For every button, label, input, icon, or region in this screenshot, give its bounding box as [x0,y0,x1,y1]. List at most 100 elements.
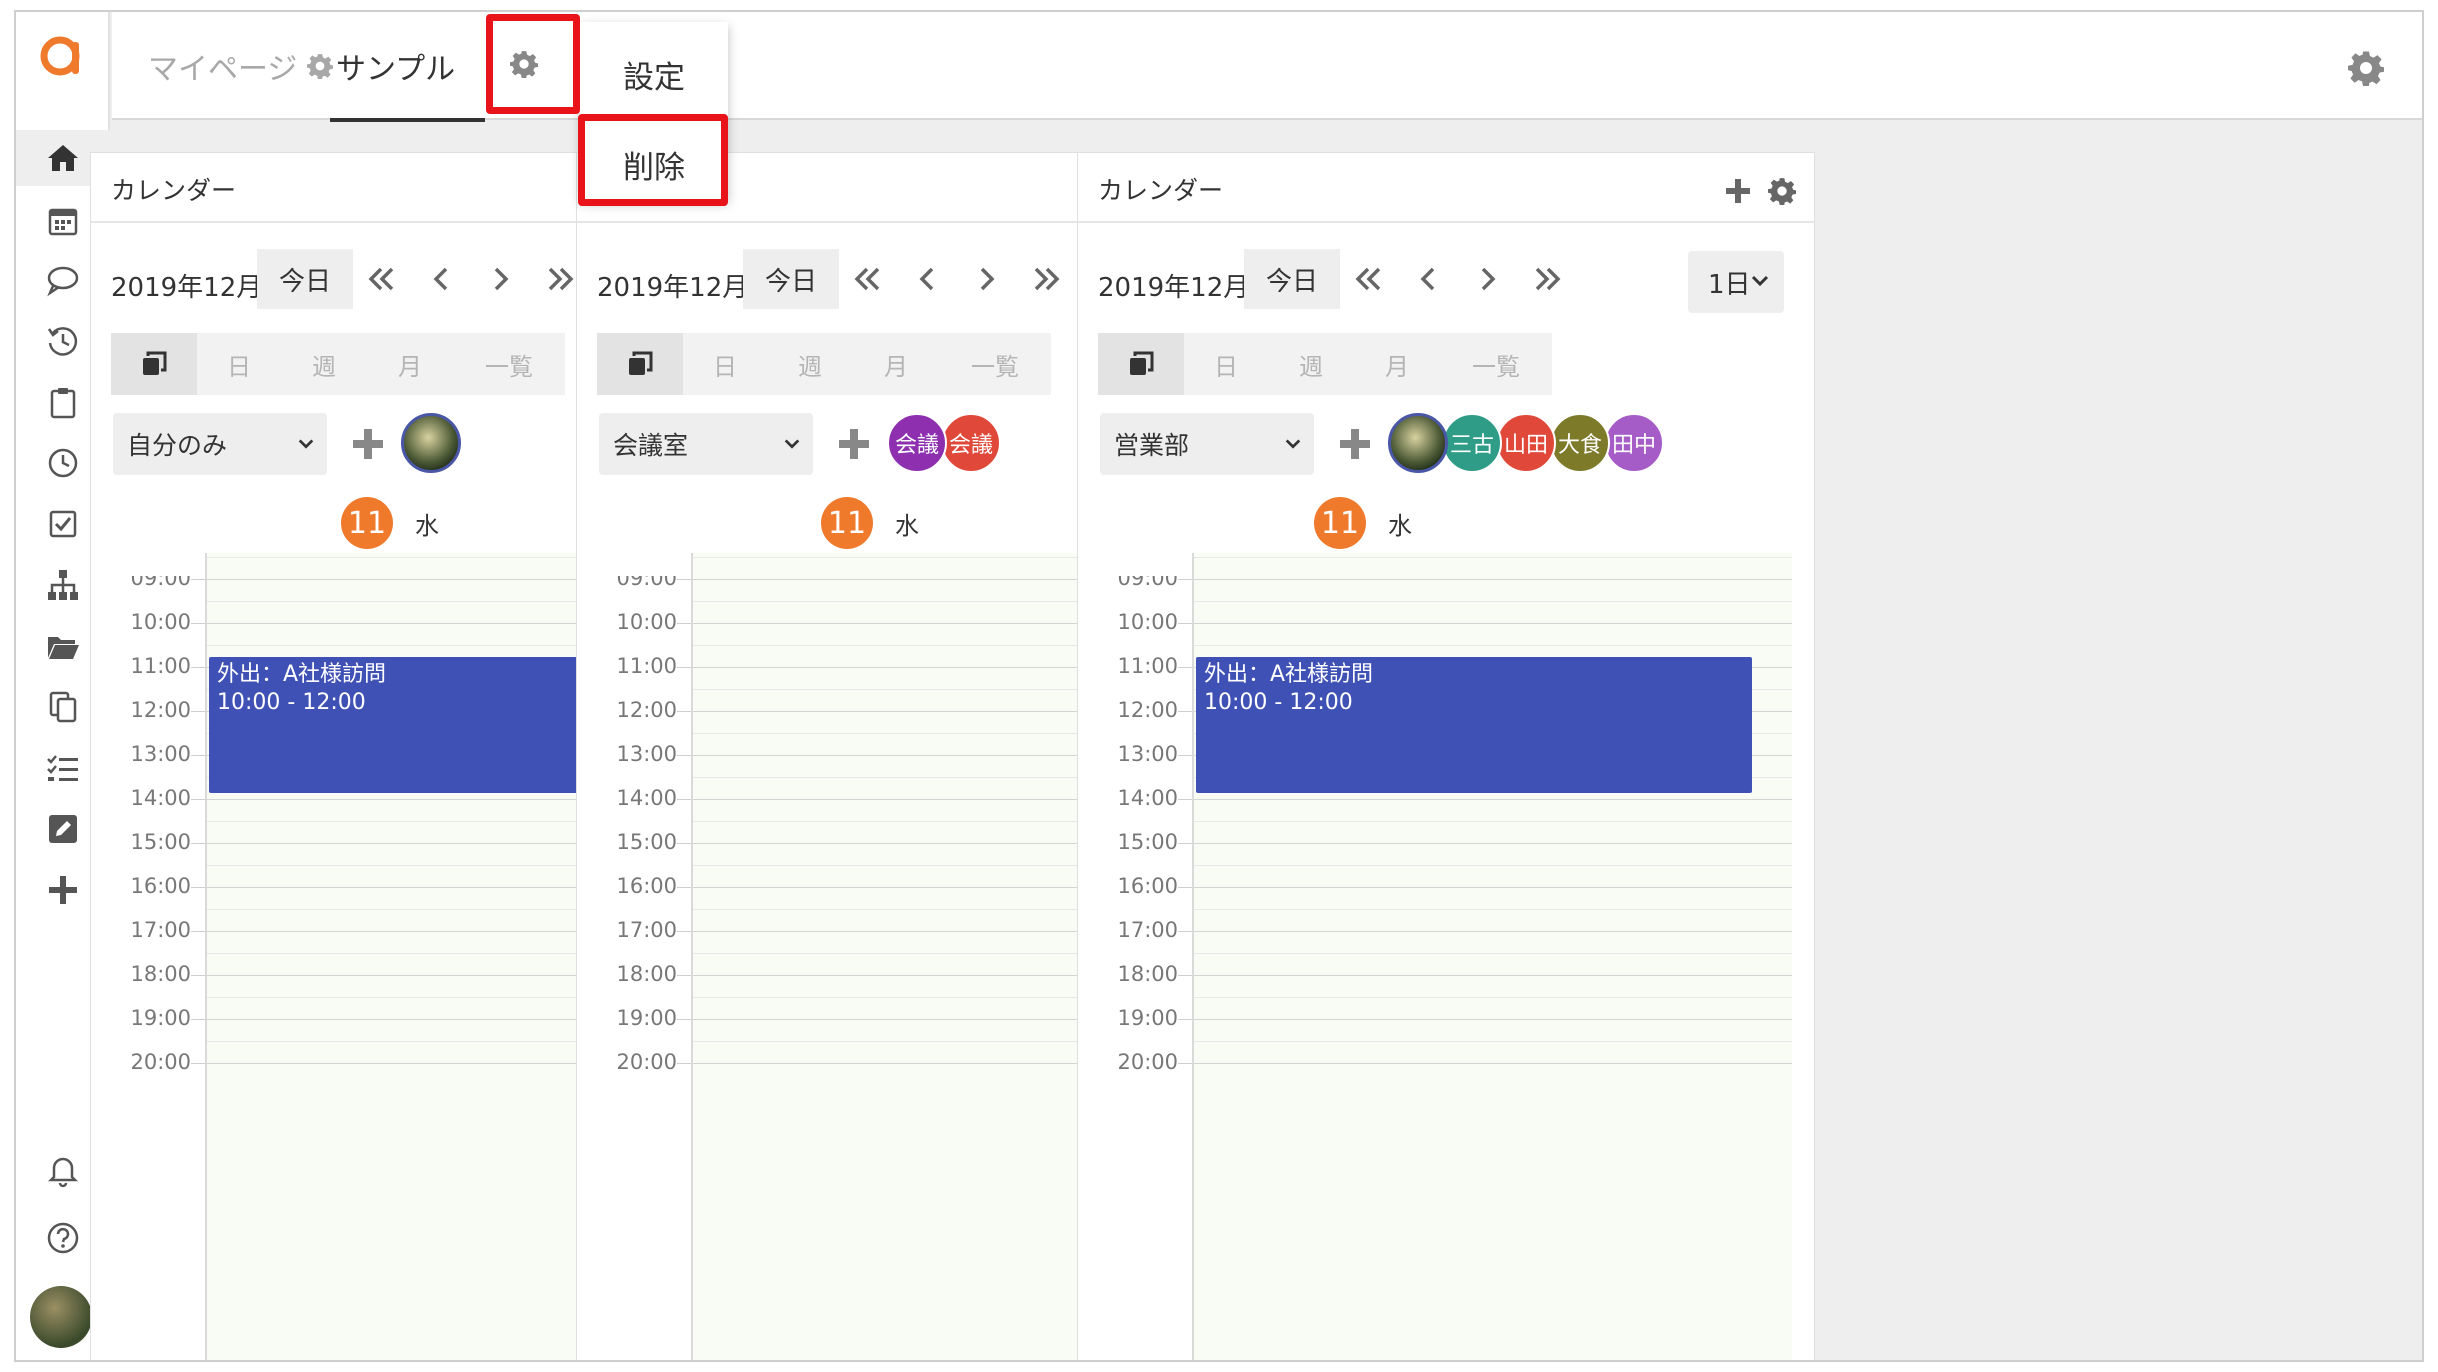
tab-sample-label: サンプル [336,52,456,87]
checklist-icon [47,755,78,781]
time-label: 09:00 [616,566,677,590]
time-tick [1178,843,1192,844]
highlight-box-gear [486,14,580,114]
time-tick [191,711,205,712]
tab-sample[interactable]: サンプル [329,12,486,122]
double-chevron-left-icon[interactable] [361,259,401,299]
date-number[interactable]: 11 [1314,497,1366,549]
time-label: 11:00 [616,654,677,678]
add-member-icon[interactable] [1338,427,1372,461]
add-member-icon[interactable] [837,427,871,461]
view-tab-week[interactable]: 週 [281,333,367,395]
half-hour-line [1194,909,1792,910]
checkbox-icon [49,510,77,538]
chat-icon [47,266,79,297]
double-chevron-right-icon[interactable] [541,259,581,299]
user-avatar[interactable] [30,1286,92,1348]
settings-gear-icon[interactable] [2348,50,2384,86]
view-tab-list[interactable]: 一覧 [1440,333,1552,395]
member-avatar[interactable]: 三古 [1442,413,1502,473]
time-label: 11:00 [130,654,191,678]
add-icon[interactable] [1724,177,1752,205]
menu-item-settings[interactable]: 設定 [580,52,728,97]
date-number[interactable]: 11 [821,497,873,549]
view-tabs: 日 週 月 一覧 [111,333,565,395]
weekday-label: 水 [415,511,439,540]
tab-mypage[interactable]: マイページ [148,12,334,120]
member-avatar[interactable] [1388,413,1448,473]
half-hour-line [1194,557,1792,558]
view-tab-day[interactable]: 日 [197,333,281,395]
gear-icon[interactable] [1768,177,1796,205]
time-tick [1178,1063,1192,1064]
today-button[interactable]: 今日 [1244,249,1340,309]
calendar-panel-3: カレンダー 2019年12月 今日 1日 日 週 月 一覧 営業部 三古山田 [1077,152,1815,1360]
month-label: 2019年12月 [1098,273,1250,303]
time-tick [191,667,205,668]
time-tick [677,975,691,976]
hour-line [1194,887,1792,888]
time-tick [1178,667,1192,668]
view-tab-month[interactable]: 月 [853,333,939,395]
time-tick [1178,931,1192,932]
stacked-pages-icon [1130,351,1154,375]
chevron-right-icon[interactable] [967,259,1007,299]
member-avatar[interactable]: 大食 [1550,413,1610,473]
time-label: 09:00 [1117,566,1178,590]
chevron-right-icon[interactable] [481,259,521,299]
group-select[interactable]: 会議室 [599,413,813,475]
time-tick [677,931,691,932]
topbar: マイページ サンプル [112,12,2422,122]
view-tab-month[interactable]: 月 [1354,333,1440,395]
member-avatar[interactable] [401,413,461,473]
calendar-icon [48,208,78,236]
chevron-right-icon[interactable] [1468,259,1508,299]
time-label: 12:00 [1117,698,1178,722]
view-tab-stacked[interactable] [111,333,197,395]
half-hour-line [1194,601,1792,602]
view-tab-month[interactable]: 月 [367,333,453,395]
add-member-icon[interactable] [351,427,385,461]
view-tab-stacked[interactable] [597,333,683,395]
member-avatar[interactable]: 会議 [887,413,947,473]
double-chevron-left-icon[interactable] [847,259,887,299]
time-label: 18:00 [1117,962,1178,986]
time-label: 18:00 [130,962,191,986]
member-avatars: 三古 山田 大食 田中 [1388,413,1664,475]
today-button[interactable]: 今日 [743,249,839,309]
view-tab-day[interactable]: 日 [683,333,767,395]
time-label: 16:00 [616,874,677,898]
half-hour-line [1194,865,1792,866]
date-number[interactable]: 11 [341,497,393,549]
member-avatar[interactable]: 山田 [1496,413,1556,473]
day-range-select[interactable]: 1日 [1688,251,1784,313]
time-tick [191,843,205,844]
chevron-left-icon[interactable] [907,259,947,299]
view-tab-day[interactable]: 日 [1184,333,1268,395]
double-chevron-right-icon[interactable] [1528,259,1568,299]
time-tick [191,755,205,756]
group-select[interactable]: 営業部 [1100,413,1314,475]
view-tab-list[interactable]: 一覧 [453,333,565,395]
view-tabs: 日 週 月 一覧 [1098,333,1552,395]
group-select[interactable]: 自分のみ [113,413,327,475]
view-tab-week[interactable]: 週 [1268,333,1354,395]
gear-icon[interactable] [307,53,334,79]
view-tab-week[interactable]: 週 [767,333,853,395]
app-logo-icon[interactable] [38,32,84,78]
chevron-left-icon[interactable] [1408,259,1448,299]
today-button[interactable]: 今日 [257,249,353,309]
time-label: 20:00 [1117,1050,1178,1074]
view-tab-list[interactable]: 一覧 [939,333,1051,395]
calendar-event[interactable]: 外出：A社様訪問 10:00 - 12:00 [1196,657,1752,793]
event-title: 外出：A社様訪問 [1204,662,1374,687]
stacked-pages-icon [629,351,653,375]
double-chevron-right-icon[interactable] [1027,259,1067,299]
double-chevron-left-icon[interactable] [1348,259,1388,299]
chevron-left-icon[interactable] [421,259,461,299]
org-chart-icon [48,570,78,600]
member-avatar[interactable]: 会議 [941,413,1001,473]
member-avatar[interactable]: 田中 [1604,413,1664,473]
time-label: 12:00 [616,698,677,722]
view-tab-stacked[interactable] [1098,333,1184,395]
